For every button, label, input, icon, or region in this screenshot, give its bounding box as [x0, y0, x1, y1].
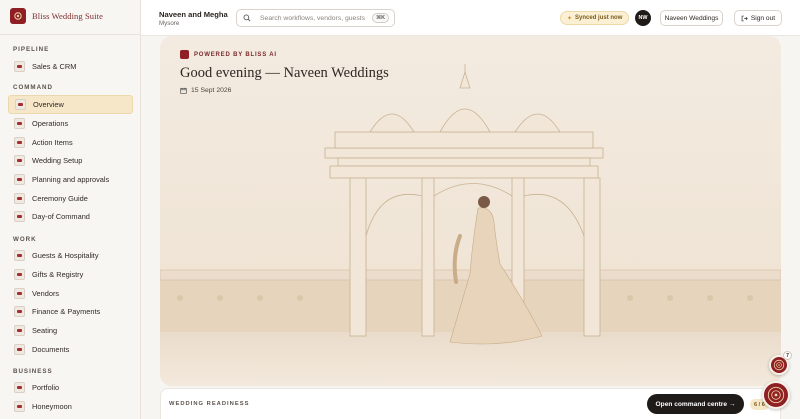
sidebar-item-overview[interactable]: Overview: [8, 95, 133, 114]
sidebar-item-planning[interactable]: Planning and approvals: [8, 170, 133, 189]
sync-status-badge: ✦ Synced just now: [560, 11, 630, 25]
search-shortcut: ⌘K: [372, 13, 389, 23]
section-label-command: COMMAND: [13, 84, 53, 91]
sidebar-item-operations[interactable]: Operations: [8, 114, 133, 133]
sparkle-icon: ✦: [567, 15, 573, 22]
day-of-icon: [14, 211, 25, 222]
sidebar-item-label: Vendors: [32, 289, 60, 298]
wedding-date-label: 15 Sept 2026: [191, 87, 232, 94]
section-label-pipeline: PIPELINE: [13, 46, 50, 53]
sidebar-item-ceremony-guide[interactable]: Ceremony Guide: [8, 189, 133, 208]
ceremony-icon: [14, 193, 25, 204]
palace-illustration: [160, 36, 781, 386]
mandala-chat-button[interactable]: [762, 381, 790, 409]
readiness-label: WEDDING READINESS: [169, 401, 250, 407]
sidebar-item-label: Wedding Setup: [32, 156, 83, 165]
sidebar-item-finance[interactable]: Finance & Payments: [8, 302, 133, 321]
divider: [0, 34, 141, 35]
calendar-icon: [180, 87, 187, 94]
section-label-work: WORK: [13, 236, 37, 243]
sidebar-item-label: Documents: [32, 345, 70, 354]
sidebar-item-wedding-setup[interactable]: Wedding Setup: [8, 151, 133, 170]
search-input[interactable]: [260, 14, 372, 22]
sidebar-item-gifts[interactable]: Gifts & Registry: [8, 265, 133, 284]
sidebar-item-sales-crm[interactable]: Sales & CRM: [8, 57, 133, 76]
search-icon: [243, 14, 251, 22]
sidebar-item-day-of-command[interactable]: Day-of Command: [8, 207, 133, 226]
mandala-icon: [767, 386, 785, 404]
setup-icon: [14, 155, 25, 166]
avatar[interactable]: NW: [635, 10, 651, 26]
guests-icon: [14, 250, 25, 261]
ai-badge: POWERED BY BLISS AI: [180, 50, 277, 59]
portfolio-icon: [14, 382, 25, 393]
planning-icon: [14, 174, 25, 185]
sidebar-item-label: Portfolio: [32, 383, 60, 392]
sidebar-item-honeymoon[interactable]: Honeymoon: [8, 397, 133, 416]
wedding-location: Mysore: [159, 20, 180, 27]
search-box[interactable]: ⌘K: [236, 9, 395, 27]
action-items-icon: [14, 137, 25, 148]
couple-name: Naveen and Megha: [159, 10, 228, 19]
sidebar-item-label: Seating: [32, 326, 58, 335]
sidebar-item-label: Day-of Command: [32, 212, 90, 221]
sidebar-item-vendors[interactable]: Vendors: [8, 284, 133, 303]
sidebar-item-label: Overview: [33, 100, 64, 109]
sidebar-item-label: Action Items: [32, 138, 73, 147]
account-button[interactable]: Naveen Weddings: [660, 10, 723, 26]
seating-icon: [14, 325, 25, 336]
wedding-date: 15 Sept 2026: [180, 87, 231, 94]
documents-icon: [14, 344, 25, 355]
sidebar-item-label: Operations: [32, 119, 69, 128]
brand[interactable]: Bliss Wedding Suite: [10, 8, 103, 24]
sidebar-item-label: Finance & Payments: [32, 307, 101, 316]
honeymoon-icon: [14, 401, 25, 412]
notification-count-badge: 7: [783, 351, 792, 360]
sidebar-item-seating[interactable]: Seating: [8, 321, 133, 340]
vendors-icon: [14, 288, 25, 299]
sign-out-button[interactable]: Sign out: [734, 10, 782, 26]
sign-out-label: Sign out: [750, 14, 776, 22]
brand-logo-icon: [10, 8, 26, 24]
wedding-readiness-panel: WEDDING READINESS Open command centre → …: [160, 388, 781, 419]
brand-name: Bliss Wedding Suite: [32, 11, 103, 21]
operations-icon: [14, 118, 25, 129]
greeting-title: Good evening — Naveen Weddings: [180, 65, 389, 81]
sidebar-item-label: Gifts & Registry: [32, 270, 84, 279]
sidebar-item-guests[interactable]: Guests & Hospitality: [8, 246, 133, 265]
section-label-business: BUSINESS: [13, 368, 53, 375]
sidebar: Bliss Wedding Suite PIPELINE Sales & CRM…: [0, 0, 141, 419]
sidebar-item-label: Honeymoon: [32, 402, 72, 411]
top-bar: Naveen and Megha Mysore ⌘K ✦ Synced just…: [141, 0, 800, 36]
account-button-label: Naveen Weddings: [664, 14, 719, 22]
sidebar-item-label: Guests & Hospitality: [32, 251, 99, 260]
sidebar-item-label: Sales & CRM: [32, 62, 77, 71]
sidebar-item-label: Ceremony Guide: [32, 194, 88, 203]
sidebar-item-label: Planning and approvals: [32, 175, 110, 184]
sidebar-item-portfolio[interactable]: Portfolio: [8, 378, 133, 397]
overview-icon: [15, 99, 26, 110]
open-command-centre-button[interactable]: Open command centre →: [647, 394, 744, 414]
chart-icon: [14, 61, 25, 72]
sidebar-item-action-items[interactable]: Action Items: [8, 133, 133, 152]
sidebar-item-documents[interactable]: Documents: [8, 340, 133, 359]
gift-icon: [14, 269, 25, 280]
sync-status-label: Synced just now: [575, 15, 623, 21]
sign-out-icon: [741, 15, 748, 21]
bliss-logo-icon: [180, 50, 189, 59]
hero-card: POWERED BY BLISS AI Good evening — Navee…: [160, 36, 781, 386]
finance-icon: [14, 306, 25, 317]
ai-badge-label: POWERED BY BLISS AI: [194, 51, 277, 58]
